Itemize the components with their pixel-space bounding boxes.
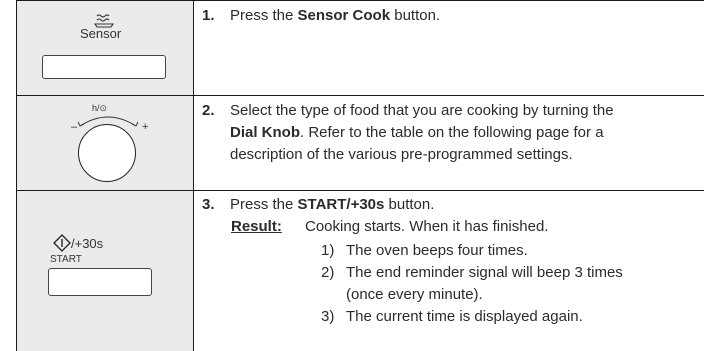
step-1-text: Press the Sensor Cook button. xyxy=(230,7,441,24)
table-column-divider xyxy=(193,0,194,351)
dial-minus-label: – xyxy=(71,121,78,133)
sensor-cook-button[interactable] xyxy=(42,55,166,79)
dial-knob[interactable] xyxy=(78,124,136,182)
sub-item-text: The current time is displayed again. xyxy=(346,308,583,325)
dial-plus-label: + xyxy=(142,121,149,133)
sensor-label: Sensor xyxy=(80,26,122,41)
row-divider-1 xyxy=(16,95,704,96)
step-2-line-1: Select the type of food that you are coo… xyxy=(230,102,614,119)
step-number: 3. xyxy=(202,196,215,213)
start-button-label: /+30s xyxy=(71,236,104,251)
step-number: 1. xyxy=(202,7,215,24)
step-2-line-2: Dial Knob. Refer to the table on the fol… xyxy=(230,124,604,141)
instruction-table: Sensor h/⊙ – + /+30s START 1. Press the … xyxy=(16,0,704,351)
step-3-text: Press the START/+30s button. xyxy=(230,196,435,213)
table-border-top xyxy=(16,0,704,1)
table-border-left xyxy=(16,0,17,351)
sub-item-text: (once every minute). xyxy=(346,286,483,303)
sub-item-text: The oven beeps four times. xyxy=(346,242,528,259)
sub-item-text: The end reminder signal will beep 3 time… xyxy=(346,264,623,281)
start-caption: START xyxy=(50,254,82,265)
sub-item-number: 3) xyxy=(321,308,335,325)
row-divider-2 xyxy=(16,190,704,191)
step-number: 2. xyxy=(202,102,215,119)
start-icon xyxy=(53,234,71,252)
result-label: Result: xyxy=(231,218,282,235)
sub-item-number: 1) xyxy=(321,242,335,259)
step-2-line-3: description of the various pre-programme… xyxy=(230,146,573,163)
start-30s-button[interactable] xyxy=(48,268,152,296)
sub-item-number: 2) xyxy=(321,264,335,281)
result-text: Cooking starts. When it has finished. xyxy=(305,218,549,235)
